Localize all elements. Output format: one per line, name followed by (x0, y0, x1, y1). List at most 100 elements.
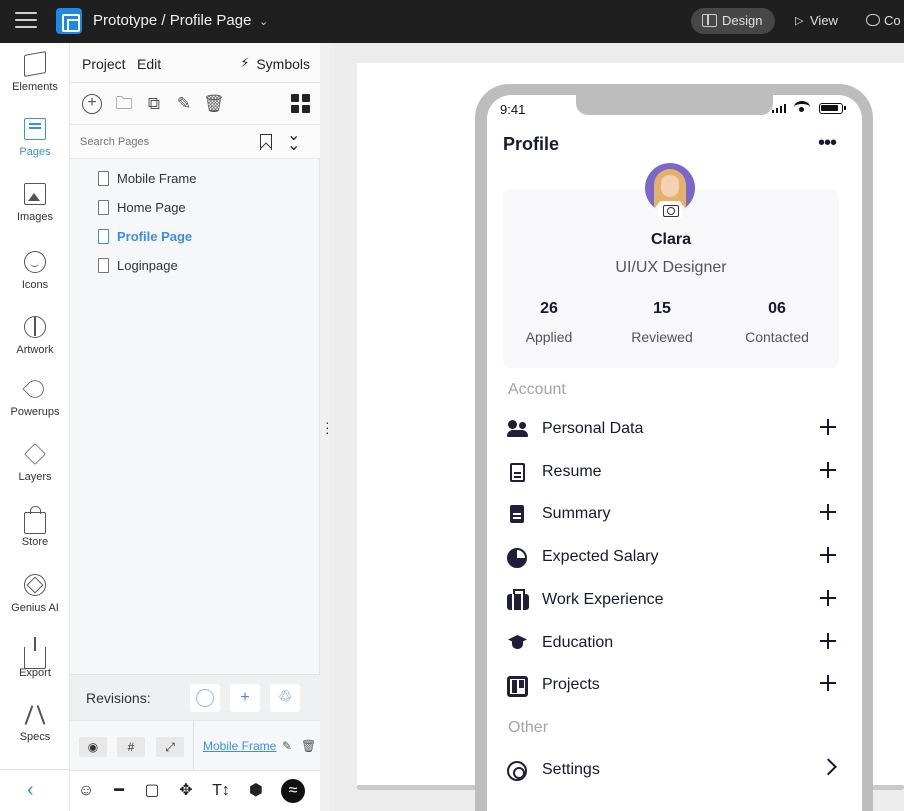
comment-mode-button[interactable]: Co (866, 8, 901, 34)
wifi-icon (794, 101, 810, 113)
rail-item-icons[interactable]: Icons (0, 251, 70, 291)
resize-toggle[interactable]: ⤢ (156, 737, 184, 757)
stencil-tool-icon[interactable]: ≈ (281, 779, 305, 803)
plus-icon[interactable] (819, 546, 837, 564)
rail-item-label: Powerups (10, 406, 60, 418)
rail-item-specs[interactable]: Specs (0, 703, 70, 743)
rectangle-tool-icon[interactable]: ▢ (142, 781, 162, 801)
view-mode-button[interactable]: View (795, 8, 838, 34)
users-icon (507, 420, 529, 440)
plus-icon[interactable] (819, 632, 837, 650)
page-item-profile-page[interactable]: Profile Page (70, 227, 320, 256)
delete-frame-icon[interactable]: 🗑 (301, 739, 316, 753)
visibility-toggle[interactable]: ◉ (79, 737, 107, 757)
tab-edit[interactable]: Edit (137, 56, 161, 72)
breadcrumb[interactable]: Prototype / Profile Page (93, 12, 251, 29)
design-mode-button[interactable]: Design (691, 8, 775, 34)
cellular-signal-icon (772, 104, 786, 113)
grid-icon: # (127, 740, 135, 754)
basketball-icon (24, 316, 46, 338)
recycle-revision-button[interactable]: ♲ (270, 684, 300, 712)
gear-icon (507, 761, 527, 781)
chevron-down-icon[interactable]: ⌄ (259, 15, 268, 28)
smiley-icon (24, 251, 46, 273)
rail-item-powerups[interactable]: Powerups (0, 376, 70, 418)
camera-icon[interactable] (658, 201, 682, 219)
section-other-heading: Other (508, 719, 549, 736)
menu-item-label: Expected Salary (542, 548, 659, 565)
emoji-tool-icon[interactable]: ☺ (76, 781, 96, 801)
profile-name: Clara (650, 231, 692, 248)
double-chevron-down-icon[interactable]: ⌄ ⌄ (287, 128, 300, 154)
plus-icon[interactable] (819, 589, 837, 607)
menu-item-settings[interactable]: Settings (503, 756, 843, 786)
grid-toggle[interactable]: # (117, 737, 145, 757)
plus-icon[interactable] (819, 674, 837, 692)
menu-item-education[interactable]: Education (503, 629, 843, 659)
grid-view-icon[interactable] (291, 94, 311, 114)
plus-icon[interactable] (819, 503, 837, 521)
mobile-frame-link[interactable]: Mobile Frame (203, 739, 276, 753)
rail-item-store[interactable]: Store (0, 506, 70, 548)
more-options-icon[interactable]: ••• (818, 133, 837, 153)
symbols-button[interactable]: Symbols (240, 55, 310, 72)
image-icon (24, 183, 46, 205)
menu-item-work-experience[interactable]: Work Experience (503, 586, 843, 616)
bookmark-icon[interactable] (260, 134, 272, 150)
rail-item-artwork[interactable]: Artwork (0, 316, 70, 356)
rail-footer: ‹ (0, 769, 70, 811)
chevron-right-icon[interactable] (819, 758, 837, 776)
rail-item-elements[interactable]: Elements (0, 51, 70, 93)
edit-frame-icon[interactable]: ✎ (282, 739, 292, 753)
board-icon (507, 676, 528, 697)
page-item-mobile-frame[interactable]: Mobile Frame (70, 169, 320, 198)
rail-item-label: Pages (19, 146, 51, 158)
drag-handle-icon[interactable]: · · · (325, 415, 330, 439)
hamburger-menu-icon[interactable] (15, 12, 37, 30)
rail-item-layers[interactable]: Layers (0, 443, 70, 483)
rail-item-images[interactable]: Images (0, 183, 70, 223)
export-icon (24, 637, 46, 669)
page-item-loginpage[interactable]: Loginpage (70, 256, 320, 285)
page-icon (98, 229, 109, 244)
layers-icon (24, 443, 46, 465)
add-revision-button[interactable]: + (230, 684, 260, 712)
rail-item-genius-ai[interactable]: Genius AI (0, 574, 70, 614)
3d-cube-tool-icon[interactable]: ⬢ (246, 781, 266, 801)
menu-item-summary[interactable]: Summary (503, 500, 843, 530)
document-icon (510, 463, 525, 482)
rail-item-export[interactable]: Export (0, 637, 70, 679)
add-page-icon[interactable]: + (82, 94, 102, 114)
duplicate-icon[interactable]: ⧉ (144, 94, 164, 114)
graduation-cap-icon (507, 634, 529, 654)
menu-item-expected-salary[interactable]: Expected Salary (503, 543, 843, 573)
revision-history-button[interactable] (190, 684, 220, 712)
revisions-label: Revisions: (86, 690, 151, 706)
rail-item-pages[interactable]: Pages (0, 118, 70, 158)
stat-value: 06 (768, 300, 786, 317)
menu-item-resume[interactable]: Resume (503, 458, 843, 488)
line-tool-icon[interactable]: ━ (109, 781, 129, 801)
resize-icon: ⤢ (165, 740, 175, 754)
menu-item-personal-data[interactable]: Personal Data (503, 415, 843, 445)
collapse-panel-icon[interactable]: ‹ (27, 779, 34, 802)
trash-icon[interactable]: 🗑 (203, 94, 225, 114)
text-tool-icon[interactable]: T↕ (211, 781, 231, 801)
page-item-label: Mobile Frame (117, 171, 197, 186)
shape-toolbar: ☺ ━ ▢ ✥ T↕ ⬢ ≈ (70, 770, 320, 811)
move-tool-icon[interactable]: ✥ (176, 781, 196, 801)
cube-icon (24, 51, 46, 77)
menu-item-projects[interactable]: Projects (503, 671, 843, 701)
search-pages-input[interactable] (80, 134, 250, 150)
profile-role: UI/UX Designer (615, 259, 727, 276)
plus-icon[interactable] (819, 461, 837, 479)
plus-icon[interactable] (819, 418, 837, 436)
page-icon (98, 171, 109, 186)
menu-item-label: Projects (542, 676, 600, 693)
menu-item-label: Settings (542, 761, 600, 778)
folder-icon[interactable]: 🗀 (114, 94, 134, 114)
edit-page-icon[interactable]: ✎ (174, 94, 194, 114)
tab-project[interactable]: Project (82, 56, 126, 72)
page-item-home-page[interactable]: Home Page (70, 198, 320, 227)
app-logo-icon[interactable] (56, 8, 82, 34)
